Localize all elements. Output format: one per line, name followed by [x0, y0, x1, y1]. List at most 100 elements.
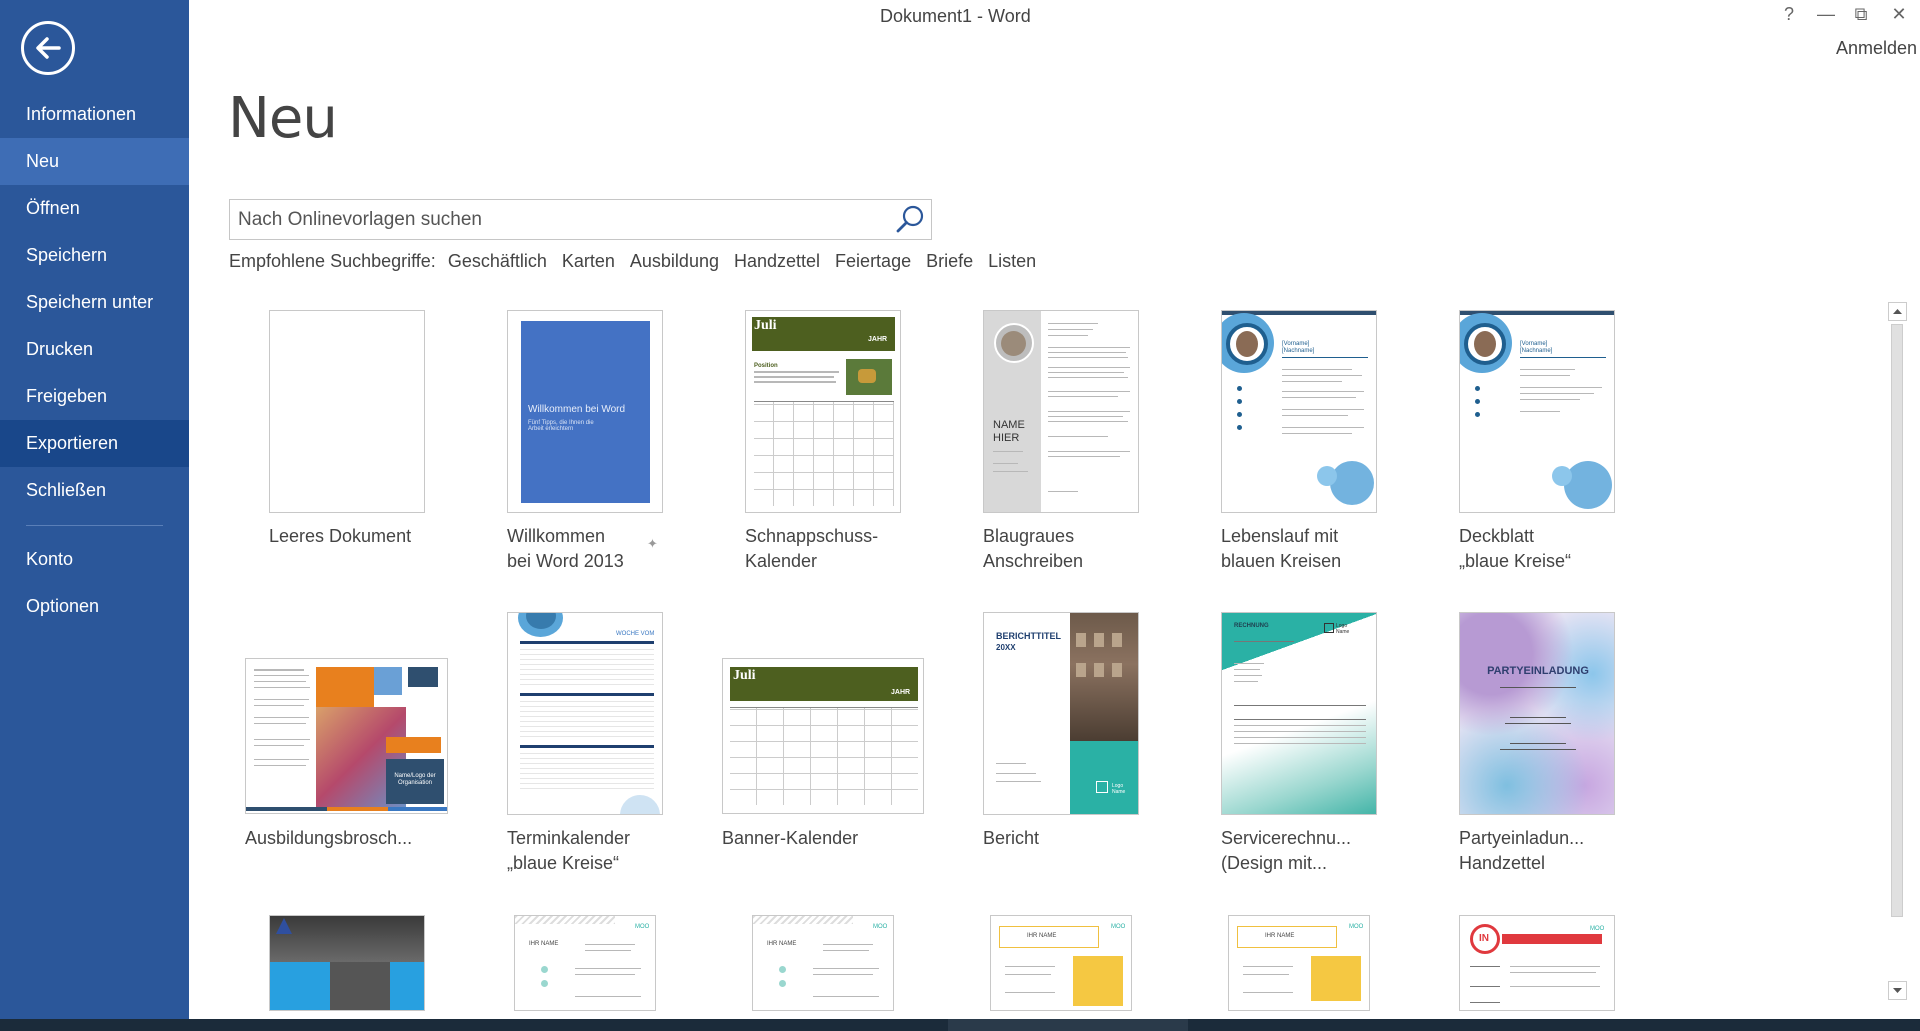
- template-name: Bericht: [983, 828, 1040, 848]
- thumb-text: IHR NAME: [767, 941, 797, 947]
- template-name: Lebenslauf mit blauen Kreisen: [1221, 526, 1342, 571]
- sidebar-item-freigeben[interactable]: Freigeben: [0, 373, 189, 420]
- search-button[interactable]: [893, 203, 927, 236]
- suggested-term-feiertage[interactable]: Feiertage: [835, 251, 911, 271]
- thumb-text: Willkommen bei Word: [528, 404, 626, 415]
- suggested-searches-label: Empfohlene Suchbegriffe:: [229, 251, 436, 271]
- thumb-text: MOO: [873, 924, 888, 930]
- help-button[interactable]: ?: [1774, 4, 1804, 25]
- thumb-text: Logo Name: [1112, 783, 1126, 795]
- thumb-text: Juli: [733, 668, 756, 683]
- thumb-text: [Nachname]: [1520, 348, 1553, 354]
- thumb-text: IHR NAME: [1027, 933, 1057, 939]
- pin-icon[interactable]: ✦: [647, 536, 658, 552]
- sidebar-item-exportieren[interactable]: Exportieren: [0, 420, 189, 467]
- thumb-text: Logo Name: [1336, 623, 1350, 635]
- template-name: Banner-Kalender: [722, 828, 859, 848]
- thumb-text: Fünf Tipps, die Ihnen die Arbeit erleich…: [528, 420, 594, 432]
- sidebar-item-konto[interactable]: Konto: [0, 536, 189, 583]
- thumb-text: Name/Logo der Organisation: [394, 773, 436, 786]
- sidebar-item-optionen[interactable]: Optionen: [0, 583, 189, 630]
- sidebar-item-speichern-unter[interactable]: Speichern unter: [0, 279, 189, 326]
- template-search-box: [229, 199, 932, 240]
- taskbar-item[interactable]: [948, 1019, 1188, 1031]
- vertical-scrollbar[interactable]: [1885, 298, 1910, 1010]
- suggested-searches: Empfohlene Suchbegriffe: Geschäftlich Kart…: [229, 251, 1051, 272]
- sidebar-item-oeffnen[interactable]: Öffnen: [0, 185, 189, 232]
- sidebar-item-speichern[interactable]: Speichern: [0, 232, 189, 279]
- template-name: Deckblatt „blaue Kreise“: [1459, 526, 1572, 571]
- scroll-thumb[interactable]: [1891, 324, 1903, 917]
- thumb-text: Juli: [754, 318, 777, 333]
- taskbar: [0, 1019, 1920, 1031]
- template-thumbnail: IHR NAME MOO: [990, 915, 1132, 1011]
- backstage-sidebar: Informationen Neu Öffnen Speichern Speic…: [0, 0, 189, 1019]
- suggested-term-geschaeftlich[interactable]: Geschäftlich: [448, 251, 547, 271]
- template-thumbnail: [269, 310, 425, 513]
- thumb-text: RECHNUNG: [1234, 623, 1269, 629]
- template-thumbnail: BERICHTTITEL 20XX Logo Name: [983, 612, 1139, 815]
- back-button[interactable]: [21, 21, 75, 75]
- suggested-term-ausbildung[interactable]: Ausbildung: [630, 251, 719, 271]
- thumb-text: IHR NAME: [1265, 933, 1295, 939]
- thumb-text: 20XX: [996, 643, 1016, 652]
- thumb-text: Position: [754, 363, 778, 369]
- template-thumbnail: WOCHE VOM: [507, 612, 663, 815]
- template-thumbnail: MOO IHR NAME: [752, 915, 894, 1011]
- page-title: Neu: [228, 86, 338, 151]
- scroll-up-button[interactable]: [1888, 302, 1907, 321]
- search-input[interactable]: [238, 200, 888, 239]
- template-name: Schnappschuss- Kalender: [745, 526, 879, 571]
- template-thumbnail: Willkommen bei Word Fünf Tipps, die Ihne…: [507, 310, 663, 513]
- template-thumbnail: [Vorname] [Nachname]: [1459, 310, 1615, 513]
- thumb-text: MOO: [1590, 926, 1605, 932]
- template-name: Leeres Dokument: [269, 526, 412, 546]
- sidebar-divider: [26, 525, 163, 526]
- template-thumbnail: IHR NAME MOO: [1228, 915, 1370, 1011]
- template-thumbnail: [Vorname] [Nachname]: [1221, 310, 1377, 513]
- window-title: Dokument1 - Word: [880, 6, 1031, 26]
- template-thumbnail: [269, 915, 425, 1011]
- template-thumbnail: RECHNUNG Logo Name: [1221, 612, 1377, 815]
- suggested-term-handzettel[interactable]: Handzettel: [734, 251, 820, 271]
- thumb-text: MOO: [635, 924, 650, 930]
- thumb-text: NAME HIER: [993, 419, 1025, 444]
- word-backstage-window: Informationen Neu Öffnen Speichern Speic…: [0, 0, 1920, 1031]
- template-thumbnail: PARTYEINLADUNG: [1459, 612, 1615, 815]
- thumb-text: MOO: [1111, 924, 1126, 930]
- thumb-text: IHR NAME: [529, 941, 559, 947]
- thumb-text: IN: [1479, 933, 1489, 944]
- thumb-text: JAHR: [891, 689, 911, 696]
- template-thumbnail: MOO IHR NAME: [514, 915, 656, 1011]
- triangle-down-icon: [1893, 988, 1902, 993]
- restore-button[interactable]: ⧉: [1846, 4, 1876, 25]
- sidebar-item-drucken[interactable]: Drucken: [0, 326, 189, 373]
- close-button[interactable]: ✕: [1884, 4, 1914, 25]
- search-icon: [896, 205, 924, 233]
- thumb-text: MOO: [1349, 924, 1364, 930]
- suggested-term-karten[interactable]: Karten: [562, 251, 615, 271]
- minimize-button[interactable]: —: [1811, 4, 1841, 25]
- template-thumbnail: Juli JAHR Position: [745, 310, 901, 513]
- sidebar-item-neu[interactable]: Neu: [0, 138, 189, 185]
- template-thumbnail: Name/Logo der Organisation: [245, 658, 448, 814]
- thumb-text: PARTYEINLADUNG: [1487, 665, 1589, 677]
- sidebar-item-informationen[interactable]: Informationen: [0, 91, 189, 138]
- template-name: Servicerechnu... (Design mit...: [1221, 828, 1352, 873]
- signin-link[interactable]: Anmelden: [1836, 38, 1917, 59]
- template-name: Blaugraues Anschreiben: [983, 526, 1084, 571]
- template-name: Partyeinladun... Handzettel: [1459, 828, 1585, 873]
- suggested-term-listen[interactable]: Listen: [988, 251, 1036, 271]
- thumb-text: [Vorname]: [1282, 341, 1310, 347]
- scroll-down-button[interactable]: [1888, 981, 1907, 1000]
- template-name: Ausbildungsbrosch...: [245, 828, 413, 848]
- thumb-text: [Nachname]: [1282, 348, 1315, 354]
- arrow-left-icon: [36, 37, 61, 59]
- template-name: Willkommen bei Word 2013: [507, 526, 624, 571]
- thumb-text: WOCHE VOM: [616, 631, 655, 637]
- thumb-text: [Vorname]: [1520, 341, 1548, 347]
- suggested-term-briefe[interactable]: Briefe: [926, 251, 973, 271]
- sidebar-item-schliessen[interactable]: Schließen: [0, 467, 189, 514]
- thumb-text: JAHR: [868, 336, 888, 343]
- template-thumbnail: NAME HIER: [983, 310, 1139, 513]
